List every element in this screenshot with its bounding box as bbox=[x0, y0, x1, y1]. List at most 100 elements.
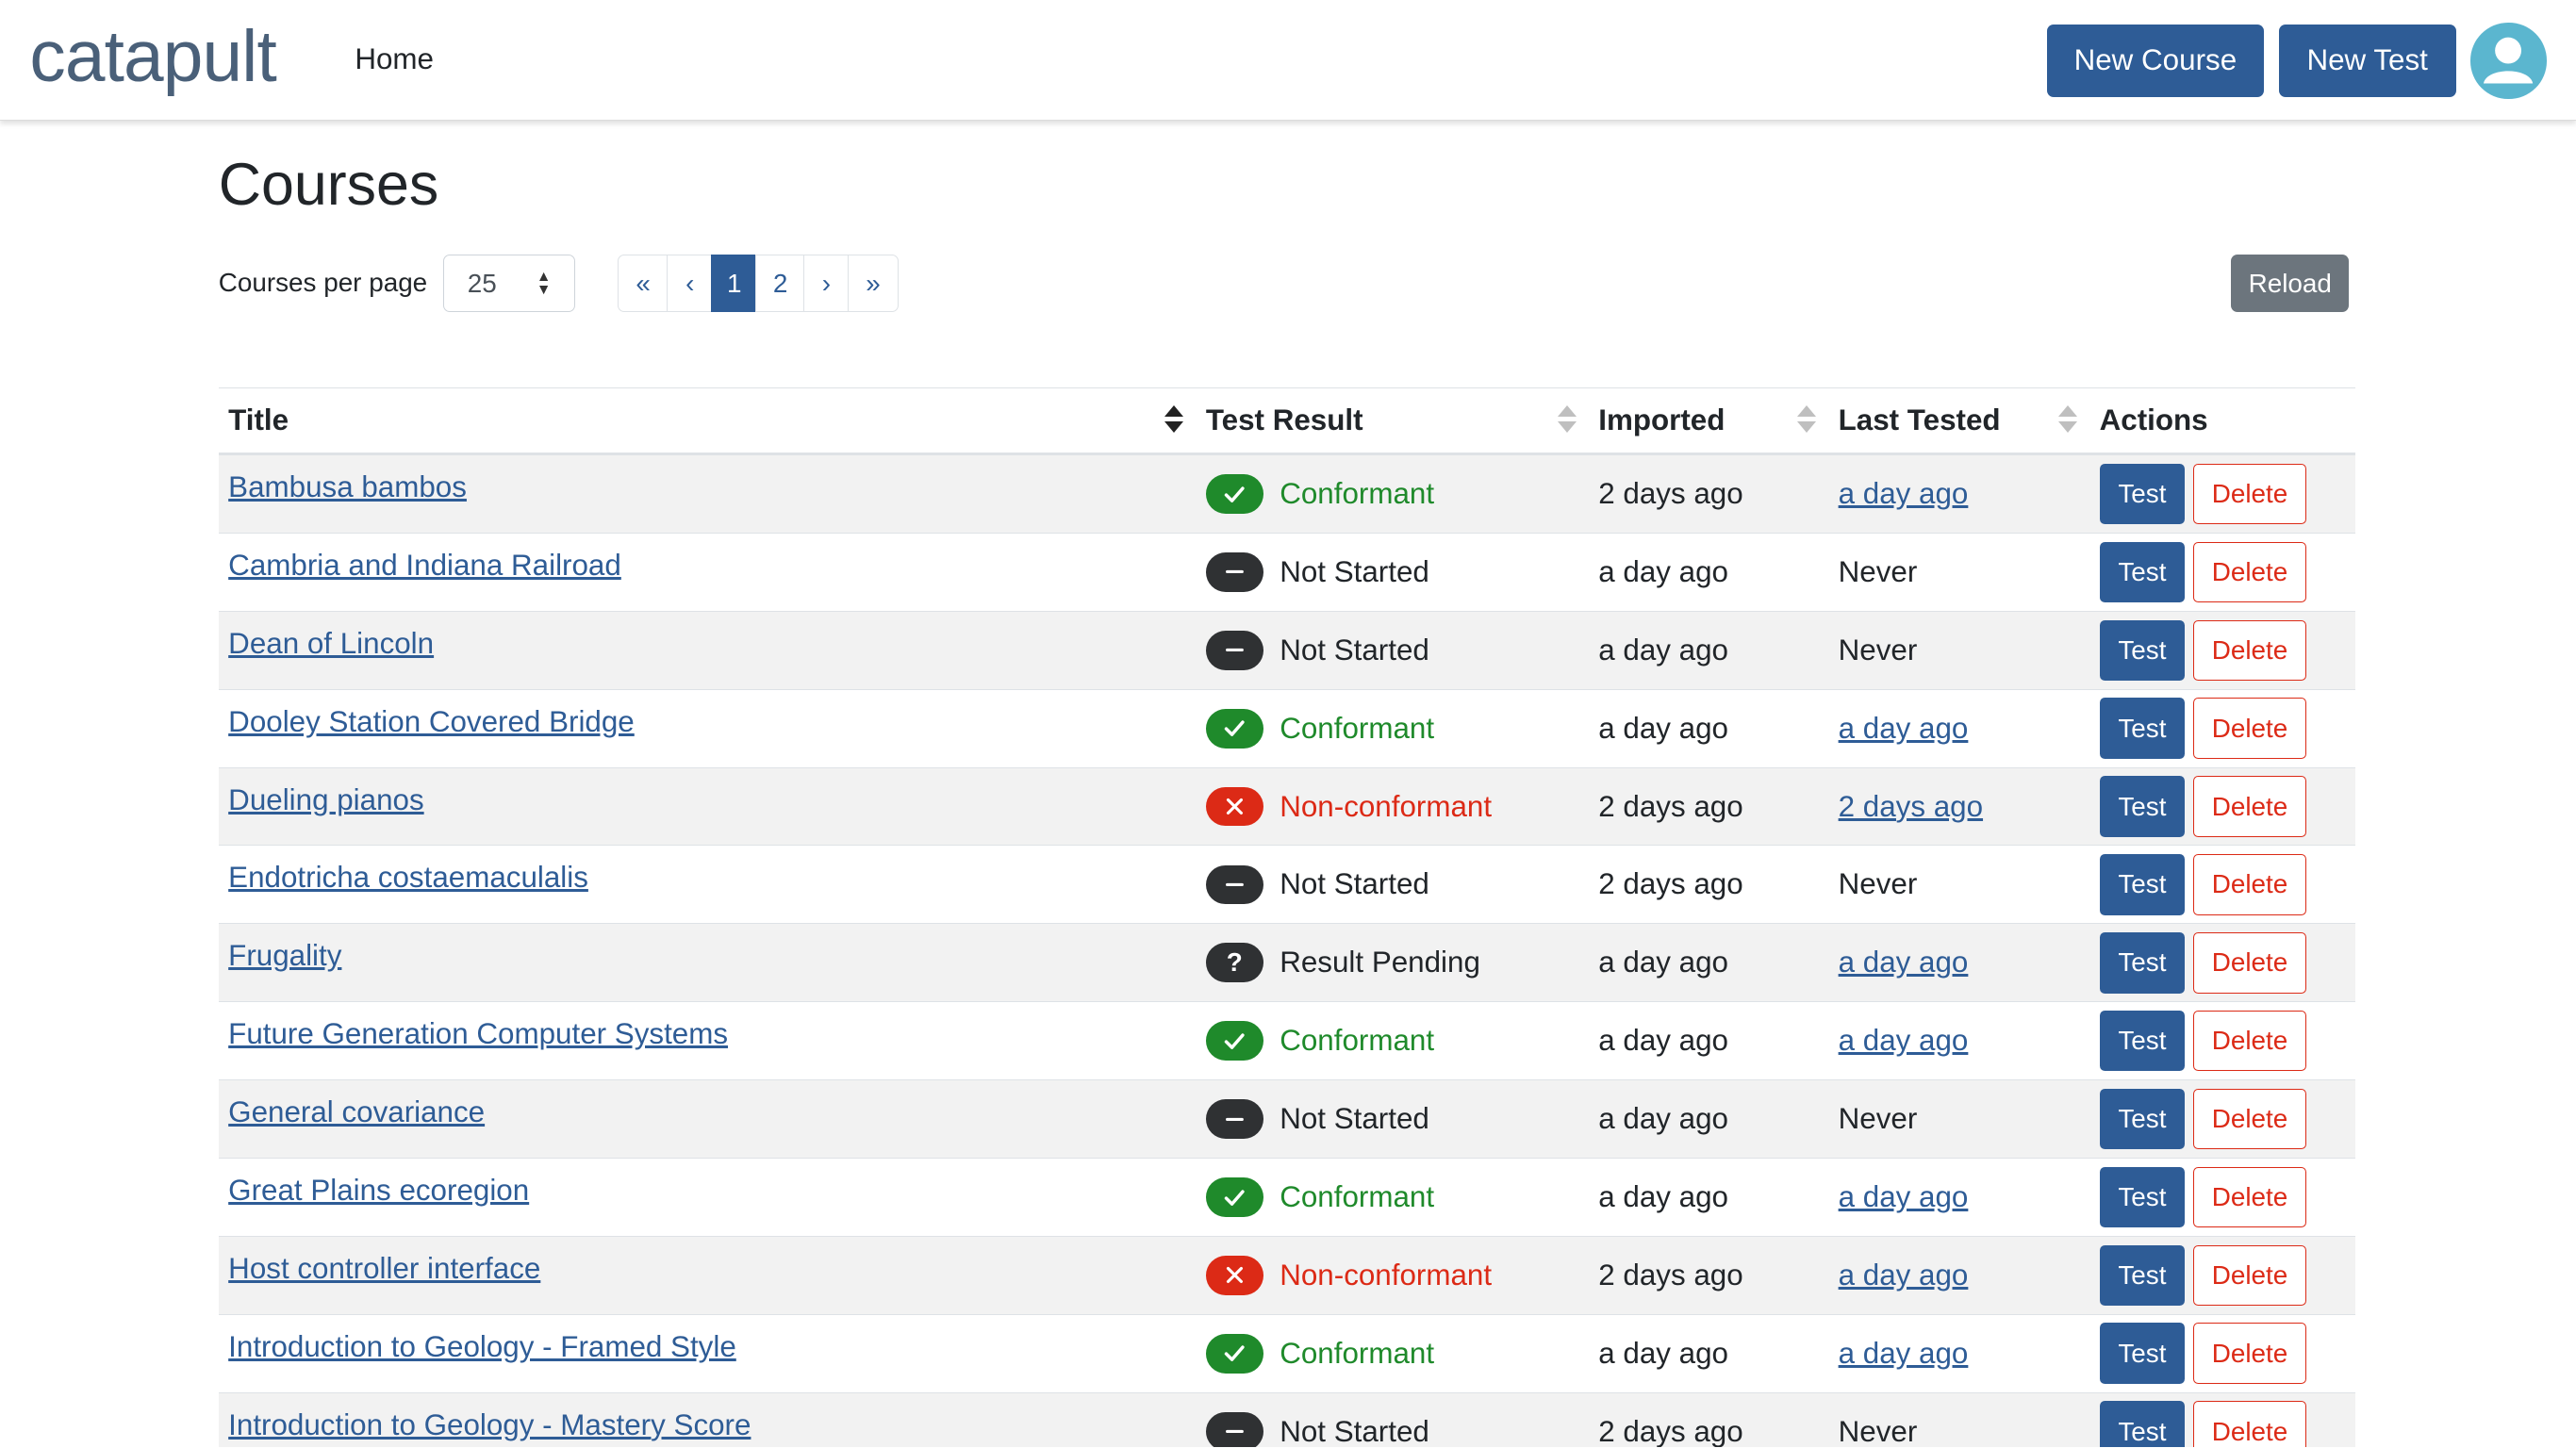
column-header-title[interactable]: Title bbox=[218, 387, 1197, 456]
cell-title: Bambusa bambos bbox=[218, 453, 1197, 534]
course-title-link[interactable]: Future Generation Computer Systems bbox=[228, 1017, 728, 1050]
last-tested-link[interactable]: a day ago bbox=[1839, 1337, 1969, 1370]
imported-text: 2 days ago bbox=[1598, 1414, 1743, 1447]
check-icon bbox=[1205, 474, 1263, 514]
delete-button[interactable]: Delete bbox=[2192, 932, 2307, 994]
pagination-first[interactable]: « bbox=[618, 255, 669, 313]
course-title-link[interactable]: Dooley Station Covered Bridge bbox=[228, 705, 635, 738]
pagination-last[interactable]: » bbox=[848, 255, 900, 313]
cell-test-result: ? Result Pending bbox=[1196, 923, 1589, 1002]
test-button[interactable]: Test bbox=[2099, 619, 2186, 682]
minus-icon bbox=[1205, 1099, 1263, 1139]
test-button[interactable]: Test bbox=[2099, 463, 2186, 525]
cell-last-tested: Never bbox=[1828, 1391, 2090, 1447]
cell-title: Host controller interface bbox=[218, 1235, 1197, 1315]
test-result-label: Result Pending bbox=[1280, 946, 1480, 979]
course-title-link[interactable]: Introduction to Geology - Mastery Score bbox=[228, 1408, 751, 1441]
test-button[interactable]: Test bbox=[2099, 1244, 2186, 1307]
minus-icon bbox=[1205, 552, 1263, 592]
delete-button[interactable]: Delete bbox=[2192, 541, 2307, 603]
last-tested-link[interactable]: 2 days ago bbox=[1839, 790, 1983, 823]
per-page-value: 25 bbox=[467, 268, 497, 298]
delete-button[interactable]: Delete bbox=[2192, 776, 2307, 837]
imported-text: a day ago bbox=[1598, 1024, 1728, 1058]
cell-imported: a day ago bbox=[1588, 688, 1829, 768]
pagination-page-1[interactable]: 1 bbox=[711, 255, 758, 313]
course-title-link[interactable]: Cambria and Indiana Railroad bbox=[228, 549, 621, 582]
test-button[interactable]: Test bbox=[2099, 1088, 2186, 1150]
course-title-link[interactable]: Dean of Lincoln bbox=[228, 627, 434, 660]
course-title-link[interactable]: Endotricha costaemaculalis bbox=[228, 861, 588, 894]
pagination-page-2[interactable]: 2 bbox=[755, 255, 805, 313]
delete-button[interactable]: Delete bbox=[2192, 1088, 2307, 1150]
courses-table-wrapper: Title Test Result Imported Last Tested A… bbox=[218, 387, 2356, 1447]
app-logo[interactable]: catapult bbox=[29, 16, 276, 99]
last-tested-text: Never bbox=[1838, 1414, 1918, 1447]
course-title-link[interactable]: Dueling pianos bbox=[228, 783, 423, 816]
delete-button[interactable]: Delete bbox=[2192, 854, 2307, 915]
delete-button[interactable]: Delete bbox=[2192, 1166, 2307, 1228]
pagination-prev[interactable]: ‹ bbox=[667, 255, 714, 313]
last-tested-link[interactable]: a day ago bbox=[1839, 1024, 1969, 1057]
test-result-label: Not Started bbox=[1280, 1414, 1429, 1447]
new-course-button[interactable]: New Course bbox=[2046, 25, 2264, 97]
delete-button[interactable]: Delete bbox=[2192, 698, 2307, 759]
test-result-label: Not Started bbox=[1280, 867, 1429, 901]
course-title-link[interactable]: Bambusa bambos bbox=[228, 470, 467, 503]
imported-text: 2 days ago bbox=[1598, 867, 1743, 901]
column-header-imported[interactable]: Imported bbox=[1588, 387, 1829, 456]
delete-button[interactable]: Delete bbox=[2192, 463, 2307, 525]
test-button[interactable]: Test bbox=[2099, 1010, 2186, 1072]
column-header-test-result[interactable]: Test Result bbox=[1196, 387, 1589, 456]
course-title-link[interactable]: Host controller interface bbox=[228, 1252, 540, 1285]
course-title-link[interactable]: Frugality bbox=[228, 939, 341, 972]
test-button[interactable]: Test bbox=[2099, 932, 2186, 994]
last-tested-link[interactable]: a day ago bbox=[1839, 1180, 1969, 1213]
last-tested-link[interactable]: a day ago bbox=[1839, 946, 1969, 979]
cell-imported: a day ago bbox=[1588, 923, 1829, 1002]
test-button[interactable]: Test bbox=[2099, 776, 2186, 837]
column-header-test-result-label: Test Result bbox=[1205, 403, 1363, 437]
test-button[interactable]: Test bbox=[2099, 698, 2186, 759]
sort-icon bbox=[1795, 404, 1818, 435]
test-button[interactable]: Test bbox=[2099, 854, 2186, 915]
cell-actions: Test Delete bbox=[2089, 1001, 2356, 1080]
course-title-link[interactable]: General covariance bbox=[228, 1095, 485, 1128]
test-button[interactable]: Test bbox=[2099, 1401, 2186, 1447]
test-button[interactable]: Test bbox=[2099, 1323, 2186, 1384]
reload-button[interactable]: Reload bbox=[2231, 255, 2350, 313]
test-button[interactable]: Test bbox=[2099, 1166, 2186, 1228]
table-row: Future Generation Computer Systems Confor… bbox=[218, 1001, 2356, 1080]
table-row: Dueling pianos Non-conformant 2 days ago 2 … bbox=[218, 766, 2356, 846]
last-tested-link[interactable]: a day ago bbox=[1839, 712, 1969, 745]
last-tested-link[interactable]: a day ago bbox=[1839, 1259, 1969, 1292]
question-icon: ? bbox=[1205, 943, 1263, 983]
check-icon bbox=[1205, 1177, 1263, 1217]
nav-home-link[interactable]: Home bbox=[355, 42, 434, 76]
table-body: Bambusa bambos Conformant 2 days ago a day … bbox=[218, 453, 2356, 1447]
cell-title: Dueling pianos bbox=[218, 766, 1197, 846]
cell-test-result: Conformant bbox=[1196, 1313, 1589, 1393]
delete-button[interactable]: Delete bbox=[2192, 1244, 2307, 1307]
column-header-last-tested[interactable]: Last Tested bbox=[1828, 387, 2090, 456]
last-tested-text: Never bbox=[1838, 633, 1918, 666]
delete-button[interactable]: Delete bbox=[2192, 1010, 2307, 1072]
delete-button[interactable]: Delete bbox=[2192, 619, 2307, 682]
cell-actions: Test Delete bbox=[2089, 766, 2356, 846]
cell-imported: a day ago bbox=[1588, 532, 1829, 612]
test-button[interactable]: Test bbox=[2099, 541, 2186, 603]
course-title-link[interactable]: Introduction to Geology - Framed Style bbox=[228, 1330, 736, 1363]
last-tested-link[interactable]: a day ago bbox=[1839, 477, 1969, 510]
cell-test-result: Not Started bbox=[1196, 532, 1589, 612]
cell-title: Introduction to Geology - Framed Style bbox=[218, 1313, 1197, 1393]
delete-button[interactable]: Delete bbox=[2192, 1401, 2307, 1447]
delete-button[interactable]: Delete bbox=[2192, 1323, 2307, 1384]
cell-test-result: Conformant bbox=[1196, 1001, 1589, 1080]
course-title-link[interactable]: Great Plains ecoregion bbox=[228, 1174, 529, 1207]
user-avatar-icon[interactable] bbox=[2470, 23, 2547, 99]
pagination-next[interactable]: › bbox=[802, 255, 850, 313]
per-page-select[interactable]: 25 ▲ ▼ bbox=[443, 255, 575, 313]
cell-imported: a day ago bbox=[1588, 610, 1829, 690]
new-test-button[interactable]: New Test bbox=[2278, 25, 2456, 97]
table-row: General covariance Not Started a day ago Ne… bbox=[218, 1079, 2356, 1159]
